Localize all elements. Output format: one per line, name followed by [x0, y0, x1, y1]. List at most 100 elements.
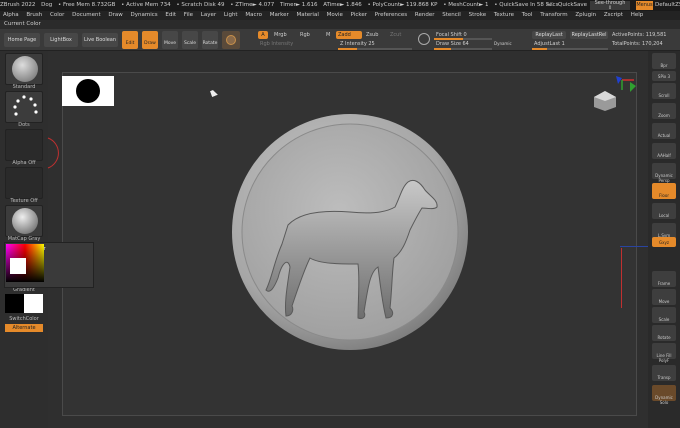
zadd-button[interactable]: Zadd [336, 31, 362, 39]
menu-tool[interactable]: Tool [522, 12, 533, 18]
menu-edit[interactable]: Edit [165, 12, 176, 18]
stroke-thumbnail[interactable] [5, 91, 43, 123]
default-script-button[interactable]: DefaultZSc [655, 0, 680, 11]
see-through-slider[interactable]: See-through 0 [590, 1, 630, 10]
menu-help[interactable]: Help [631, 12, 644, 18]
move-button[interactable]: Move [162, 31, 178, 49]
scroll-button[interactable]: Scroll [652, 83, 676, 99]
main-color-swatch[interactable] [5, 294, 24, 313]
texture-label: Texture Off [10, 198, 38, 204]
replay-last-button[interactable]: ReplayLast [532, 31, 566, 39]
scale-button[interactable]: Scale [182, 31, 198, 49]
menu-dynamics[interactable]: Dynamics [131, 12, 158, 18]
sculpted-medallion[interactable] [230, 112, 470, 352]
polyf-button[interactable]: Line Fill PolyF [652, 343, 676, 363]
menu-material[interactable]: Material [297, 12, 319, 18]
menu-picker[interactable]: Picker [351, 12, 367, 18]
alternate-button[interactable]: Alternate [5, 324, 43, 332]
alpha-thumbnail[interactable] [5, 129, 43, 161]
material-thumbnail[interactable] [5, 205, 43, 237]
total-points: TotalPoints: 170,204 [612, 41, 663, 47]
texture-thumbnail[interactable] [5, 167, 43, 199]
scale-view-button[interactable]: Scale [652, 307, 676, 323]
move-view-button[interactable]: Move [652, 289, 676, 305]
brush-thumbnail[interactable] [5, 53, 43, 85]
quicksave-button[interactable]: QuickSave [558, 0, 587, 11]
dynamic-toggle[interactable]: Dynamic [494, 41, 512, 46]
menu-brush[interactable]: Brush [26, 12, 42, 18]
title-item: Dog [41, 2, 53, 8]
menu-document[interactable]: Document [72, 12, 101, 18]
menu-transform[interactable]: Transform [540, 12, 567, 18]
rgb-intensity-slider[interactable]: Rgb Intensity [260, 41, 293, 47]
aahalf-button[interactable]: AAHalf [652, 143, 676, 159]
draw-size-slider[interactable] [434, 48, 492, 50]
rgb-button[interactable]: Rgb [300, 32, 310, 38]
rotate-button[interactable]: Rotate [202, 31, 218, 49]
dynamic-solo-button[interactable]: Dynamic Solo [652, 385, 676, 405]
draw-label: Draw [144, 41, 156, 46]
menu-layer[interactable]: Layer [201, 12, 216, 18]
title-item: ZBrush 2022 [0, 2, 36, 8]
menu-texture[interactable]: Texture [494, 12, 514, 18]
menu-color[interactable]: Color [50, 12, 64, 18]
active-points: ActivePoints: 119,581 [612, 32, 667, 38]
draw-button[interactable]: Draw [142, 31, 158, 49]
menu-alpha[interactable]: Alpha [3, 12, 19, 18]
menu-stroke[interactable]: Stroke [469, 12, 487, 18]
spix-button[interactable]: SPix 3 [652, 71, 676, 81]
zcut-button[interactable]: Zcut [390, 32, 401, 38]
menu-render[interactable]: Render [415, 12, 435, 18]
menu-movie[interactable]: Movie [327, 12, 343, 18]
home-page-button[interactable]: Home Page [4, 33, 40, 47]
red-axis-line [621, 248, 622, 308]
secondary-color-swatch[interactable] [24, 294, 43, 313]
adjust-last-slider[interactable] [532, 48, 608, 50]
top-shelf: Home Page LightBox Live Boolean Edit Dra… [0, 29, 680, 51]
title-item: • ZTime► 4.077 [230, 2, 275, 8]
z-intensity-slider[interactable] [338, 48, 412, 50]
switch-color-button[interactable]: SwitchColor [0, 316, 48, 322]
actual-button[interactable]: Actual [652, 123, 676, 139]
live-boolean-button[interactable]: Live Boolean [82, 33, 118, 47]
aahalf-label: AAHalf [657, 153, 671, 158]
dynamic-persp-button[interactable]: Dynamic Persp [652, 163, 676, 183]
actual-label: Actual [657, 133, 671, 138]
zsub-button[interactable]: Zsub [366, 32, 378, 38]
transp-label: Transp [657, 375, 671, 380]
menu-macro[interactable]: Macro [245, 12, 262, 18]
orientation-cube-icon[interactable] [592, 89, 618, 113]
focal-shift-slider[interactable] [434, 38, 492, 40]
local-button[interactable]: Local [652, 203, 676, 219]
rotate-view-button[interactable]: Rotate [652, 325, 676, 341]
spix-label: SPix 3 [657, 74, 671, 79]
zoom-button[interactable]: Zoom [652, 103, 676, 119]
a-toggle[interactable]: A [258, 31, 268, 39]
mrgb-button[interactable]: Mrgb [274, 32, 287, 38]
m-button[interactable]: M [326, 32, 330, 38]
frame-button[interactable]: Frame [652, 271, 676, 287]
material-swatch-button[interactable] [222, 31, 240, 49]
navigator-thumbnail[interactable] [62, 76, 114, 106]
edit-button[interactable]: Edit [122, 31, 138, 49]
menu-marker[interactable]: Marker [270, 12, 289, 18]
menu-zscript[interactable]: Zscript [604, 12, 623, 18]
lightbox-button[interactable]: LightBox [44, 33, 78, 47]
dots-stroke-icon [13, 95, 38, 116]
matcap-sphere-icon [12, 208, 38, 234]
gxyz-button[interactable]: Gxyz [652, 237, 676, 247]
replay-last-rel-button[interactable]: ReplayLastRel [570, 31, 608, 39]
right-shelf: Bpr SPix 3 Scroll Zoom Actual AAHalf Dyn… [648, 51, 680, 428]
transp-button[interactable]: Transp [652, 365, 676, 381]
menu-zplugin[interactable]: Zplugin [575, 12, 596, 18]
gxyz-label: Gxyz [659, 240, 669, 245]
bpr-button[interactable]: Bpr [652, 53, 676, 69]
navigator-circle [76, 79, 100, 103]
menu-file[interactable]: File [184, 12, 193, 18]
menu-stencil[interactable]: Stencil [442, 12, 461, 18]
menus-button[interactable]: Menus [636, 1, 653, 10]
floor-button[interactable]: Floor [652, 183, 676, 199]
menu-draw[interactable]: Draw [108, 12, 122, 18]
menu-preferences[interactable]: Preferences [375, 12, 407, 18]
menu-light[interactable]: Light [224, 12, 238, 18]
